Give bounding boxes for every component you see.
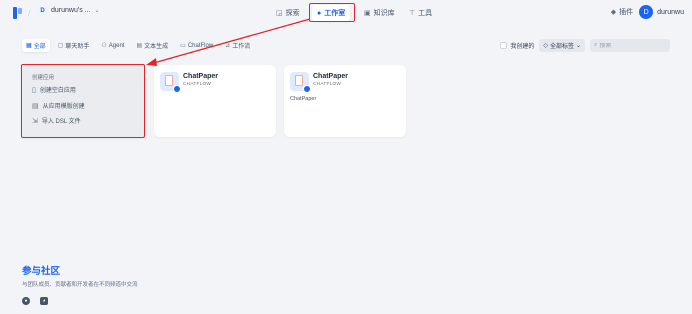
file-plus-icon: ▯ [32, 86, 36, 94]
app-icon [160, 72, 181, 93]
plugins-button[interactable]: ◆ 插件 [611, 7, 633, 17]
create-app-card: 创建应用 ▯ 创建空白应用 ▤ 从应用模版创建 ⇲ 导入 DSL 文件 [21, 64, 145, 138]
search-icon: ⌕ [594, 42, 598, 48]
header-right: ◆ 插件 D durunwu [611, 5, 684, 19]
template-icon: ▤ [32, 102, 39, 110]
import-icon: ⇲ [32, 117, 38, 125]
app-card[interactable]: ChatPaper CHATFLOW ChatPaper [284, 65, 406, 137]
app-name: ChatPaper [313, 73, 349, 80]
app-name: ChatPaper [183, 73, 219, 80]
from-template-label: 从应用模版创建 [42, 104, 85, 110]
app-card[interactable]: ChatPaper CHATFLOW [154, 65, 276, 137]
create-from-template-button[interactable]: ▤ 从应用模版创建 [32, 101, 85, 111]
my-created-label: 我创建的 [510, 44, 535, 50]
tag-icon: ◇ [543, 43, 548, 49]
search-input[interactable] [599, 42, 664, 49]
app-type: CHATFLOW [183, 82, 212, 87]
document-icon: ▤ [136, 43, 143, 49]
plugin-icon: ◆ [610, 9, 617, 16]
search-box[interactable]: ⌕ [590, 39, 670, 52]
top-header: / D durunwu's ... ⌄ ◲ 探索 ● 工作室 ▣ 知识库 ⊤ 工… [0, 0, 692, 26]
nav-explore[interactable]: ◲ 探索 [271, 5, 305, 21]
import-dsl-label: 导入 DSL 文件 [41, 119, 81, 125]
create-blank-app-button[interactable]: ▯ 创建空白应用 [32, 85, 76, 95]
tab-label: 聊天助手 [65, 44, 90, 50]
agent-icon: ⚇ [101, 43, 107, 49]
community-links: ● ◕ [22, 297, 138, 305]
tab-label: ChatFlow [187, 42, 214, 49]
plugins-label: 插件 [619, 9, 634, 16]
filter-controls: 我创建的 ◇ 全部标签 ⌄ ⌕ [500, 39, 670, 52]
community-title: 参与社区 [22, 266, 61, 277]
nav-tools-label: 工具 [418, 10, 433, 17]
discord-icon[interactable]: ◕ [40, 297, 48, 305]
nav-tools[interactable]: ⊤ 工具 [404, 5, 437, 21]
chatflow-badge-icon [173, 85, 181, 93]
chatflow-badge-icon [303, 85, 311, 93]
import-dsl-button[interactable]: ⇲ 导入 DSL 文件 [32, 116, 81, 126]
app-icon [290, 72, 311, 93]
github-icon[interactable]: ● [22, 297, 30, 305]
chat-icon: ▢ [57, 43, 64, 49]
tab-chatflow[interactable]: ▭ ChatFlow [176, 39, 217, 52]
grid-icon: ▦ [26, 43, 32, 49]
tag-filter-select[interactable]: ◇ 全部标签 ⌄ [539, 39, 585, 52]
checkbox[interactable] [500, 42, 508, 49]
chatflow-icon: ▭ [180, 43, 186, 49]
nav-knowledge-label: 知识库 [373, 10, 395, 17]
create-blank-label: 创建空白应用 [39, 88, 76, 94]
workflow-icon: ⊿ [225, 43, 231, 49]
compass-icon: ◲ [276, 10, 283, 17]
community-subtitle: 与团队成员、贡献者和开发者在不同频道中交流 [22, 282, 138, 288]
hammer-icon: ⊤ [409, 10, 416, 17]
avatar: D [639, 5, 654, 19]
tab-workflow[interactable]: ⊿ 工作流 [221, 39, 254, 52]
tab-label: Agent [108, 42, 125, 49]
user-menu[interactable]: D durunwu [639, 5, 684, 19]
tab-label: 文本生成 [144, 44, 169, 50]
app-description: ChatPaper [290, 96, 317, 102]
nav-knowledge[interactable]: ▣ 知识库 [359, 5, 400, 21]
community-section: 参与社区 与团队成员、贡献者和开发者在不同频道中交流 ● ◕ [22, 263, 138, 305]
nav-explore-label: 探索 [285, 10, 300, 17]
tab-chat-assistant[interactable]: ▢ 聊天助手 [54, 39, 94, 52]
user-name: durunwu [657, 8, 684, 16]
create-app-title: 创建应用 [32, 75, 55, 81]
tab-all[interactable]: ▦ 全部 [22, 39, 50, 52]
app-type-tabs: ▦ 全部 ▢ 聊天助手 ⚇ Agent ▤ 文本生成 ▭ ChatFlow ⊿ … [22, 39, 254, 52]
tab-label: 全部 [33, 44, 46, 50]
tag-filter-label: 全部标签 [549, 44, 574, 50]
app-type: CHATFLOW [313, 82, 342, 87]
book-icon: ▣ [364, 10, 371, 17]
my-created-checkbox[interactable]: 我创建的 [500, 41, 534, 50]
tab-agent[interactable]: ⚇ Agent [97, 39, 128, 52]
tab-text-generation[interactable]: ▤ 文本生成 [132, 39, 172, 52]
tab-label: 工作流 [232, 44, 251, 50]
annotation-highlight-studio [309, 3, 355, 22]
chevron-down-icon: ⌄ [575, 43, 581, 49]
